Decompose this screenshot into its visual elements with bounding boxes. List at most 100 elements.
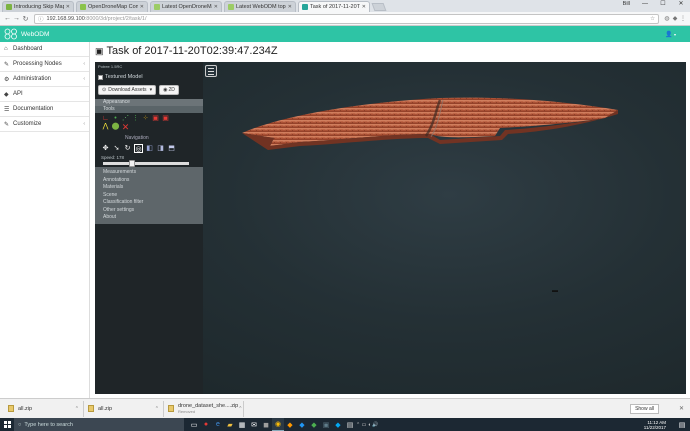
new-tab-button[interactable]	[371, 3, 387, 11]
potree-menu-item[interactable]: Scene	[95, 191, 203, 199]
reload-icon[interactable]: ↻	[21, 15, 30, 23]
chevron-up-icon[interactable]: ⌃	[75, 406, 79, 412]
close-tab-icon[interactable]: ✕	[288, 4, 292, 10]
sidebar-item-icon: ☰	[4, 106, 10, 113]
browser-profile-name[interactable]: Bill	[623, 1, 630, 7]
system-tray-icons[interactable]: ⌃ ▭ ◖ 🔊	[356, 422, 378, 428]
browser-tab[interactable]: Introducing Skip Maps!✕	[2, 1, 74, 12]
3d-viewer[interactable]: Potree 1.5RC Textured Model ⊙ Download A…	[95, 62, 686, 394]
navigation-section-header[interactable]: Navigation	[95, 133, 203, 143]
textured-model-toggle[interactable]: Textured Model	[95, 71, 203, 83]
left-view-icon[interactable]: ◧	[145, 144, 154, 153]
sidebar-item-customize[interactable]: ✎ Customize ‹	[0, 117, 89, 132]
fly-controls-icon[interactable]: ➘	[112, 144, 121, 153]
user-menu-button[interactable]: 👤 ▾	[665, 31, 676, 38]
sidebar-item-documentation[interactable]: ☰ Documentation	[0, 102, 89, 117]
file-explorer-icon[interactable]: ▰	[224, 418, 236, 431]
speed-slider[interactable]	[103, 160, 189, 167]
app-icon[interactable]: ▣	[320, 418, 332, 431]
chevron-up-icon[interactable]: ⌃	[155, 406, 159, 412]
profile-tool-icon[interactable]: ⋀	[101, 123, 110, 131]
close-tab-icon[interactable]: ✕	[140, 4, 144, 10]
sidebar-item-label: Documentation	[13, 106, 54, 112]
view-2d-button[interactable]: ◉ 2D	[159, 85, 179, 95]
orbit-controls-icon[interactable]: ↻	[123, 144, 132, 153]
download-item[interactable]: all.zip ⌃	[4, 400, 84, 417]
star-icon[interactable]: ☆	[650, 16, 655, 22]
download-item[interactable]: drone_dataset_she....zip Removed ⌃	[164, 400, 244, 417]
close-icon[interactable]: ✕	[679, 405, 684, 412]
sidebar-item-processing-nodes[interactable]: ✎ Processing Nodes ‹	[0, 57, 89, 72]
potree-menu-item[interactable]: Other settings	[95, 206, 203, 214]
chevron-up-icon[interactable]: ⌃	[238, 406, 242, 412]
slider-handle[interactable]	[128, 160, 135, 167]
app-icon[interactable]: ◼	[260, 418, 272, 431]
webodm-logo-icon[interactable]	[4, 28, 18, 40]
textured-model	[242, 97, 618, 150]
edge-icon[interactable]: e	[212, 418, 224, 431]
notifications-icon[interactable]: ▤	[676, 418, 688, 431]
minimize-button[interactable]: —	[636, 0, 654, 9]
potree-menu-item[interactable]: Measurements	[95, 168, 203, 176]
task-view-icon[interactable]: ▭	[188, 418, 200, 431]
potree-menu-item[interactable]: Materials	[95, 183, 203, 191]
menu-kebab-icon[interactable]: ⋮	[679, 15, 687, 22]
area-tool-icon[interactable]: ⁘	[141, 115, 150, 123]
back-icon[interactable]: ←	[3, 15, 12, 22]
app-icon[interactable]: ●	[200, 418, 212, 431]
show-all-button[interactable]: Show all	[630, 403, 659, 414]
taskbar-search-input[interactable]: ○ Type here to search	[14, 418, 184, 431]
front-view-icon[interactable]: ◨	[156, 144, 165, 153]
extension-icon[interactable]: ◍	[663, 15, 671, 22]
browser-tab[interactable]: Task of 2017-11-20T02✕	[298, 1, 370, 12]
forward-icon[interactable]: →	[12, 15, 21, 22]
volume-tool-icon[interactable]: ▣	[151, 115, 160, 123]
appearance-section-header[interactable]: Appearance	[95, 99, 203, 106]
store-icon[interactable]: ▦	[236, 418, 248, 431]
clip-volume-tool-icon[interactable]: ⬤	[111, 123, 120, 131]
potree-menu-item[interactable]: About	[95, 213, 203, 221]
app-icon[interactable]: ◆	[308, 418, 320, 431]
top-view-icon[interactable]: ⬒	[167, 144, 176, 153]
point-tool-icon[interactable]: •	[111, 115, 120, 123]
browser-tab[interactable]: Latest OpenDroneMap b✕	[150, 1, 222, 12]
app-icon[interactable]: ◆	[296, 418, 308, 431]
extension-icon[interactable]: ◆	[671, 15, 679, 22]
windows-start-icon[interactable]	[0, 418, 14, 431]
brand-name[interactable]: WebODM	[21, 31, 49, 38]
search-placeholder: Type here to search	[24, 421, 73, 428]
remove-measurements-icon[interactable]: ✕	[121, 123, 130, 132]
potree-menu-item[interactable]: Annotations	[95, 176, 203, 184]
height-tool-icon[interactable]: ⋮	[131, 115, 140, 123]
menu-toggle-icon[interactable]	[205, 65, 217, 77]
close-tab-icon[interactable]: ✕	[66, 4, 70, 10]
sidebar-item-api[interactable]: ◆ API	[0, 87, 89, 102]
potree-menu-item[interactable]: Classification filter	[95, 198, 203, 206]
download-item[interactable]: all.zip ⌃	[84, 400, 164, 417]
url-input[interactable]: ⓘ 192.168.99.100:8000/3d/project/2/task/…	[34, 13, 659, 24]
angle-tool-icon[interactable]: ∟	[101, 115, 110, 123]
browser-tab[interactable]: OpenDroneMap Comm✕	[76, 1, 148, 12]
maximize-button[interactable]: ☐	[654, 0, 672, 9]
sidebar-item-dashboard[interactable]: ⌂ Dashboard	[0, 42, 89, 57]
close-tab-icon[interactable]: ✕	[214, 4, 218, 10]
focus-icon[interactable]: ◎	[134, 144, 143, 153]
cube-icon: ▣	[95, 45, 104, 56]
sphere-volume-tool-icon[interactable]: ▣	[161, 115, 170, 123]
sidebar-menu: ⌂ Dashboard ✎ Processing Nodes ‹ ⚙ Administrat…	[0, 42, 89, 132]
earth-controls-icon[interactable]: ✥	[101, 144, 110, 153]
window-controls: — ☐ ✕	[636, 0, 690, 9]
app-icon[interactable]: ◆	[284, 418, 296, 431]
checkbox[interactable]	[98, 74, 103, 80]
app-icon[interactable]: ▤	[344, 418, 356, 431]
close-window-button[interactable]: ✕	[672, 0, 690, 9]
close-tab-icon[interactable]: ✕	[362, 4, 366, 10]
chrome-icon[interactable]: ◉	[272, 418, 284, 431]
app-icon[interactable]: ◆	[332, 418, 344, 431]
browser-tab[interactable]: Latest WebODM topics✕	[224, 1, 296, 12]
taskbar-clock[interactable]: 11:12 AM 11/22/2017	[644, 420, 666, 430]
tools-section-header[interactable]: Tools	[95, 106, 203, 113]
download-assets-button[interactable]: ⊙ Download Assets ▾	[98, 85, 157, 95]
mail-icon[interactable]: ✉	[248, 418, 260, 431]
sidebar-item-administration[interactable]: ⚙ Administration ‹	[0, 72, 89, 87]
